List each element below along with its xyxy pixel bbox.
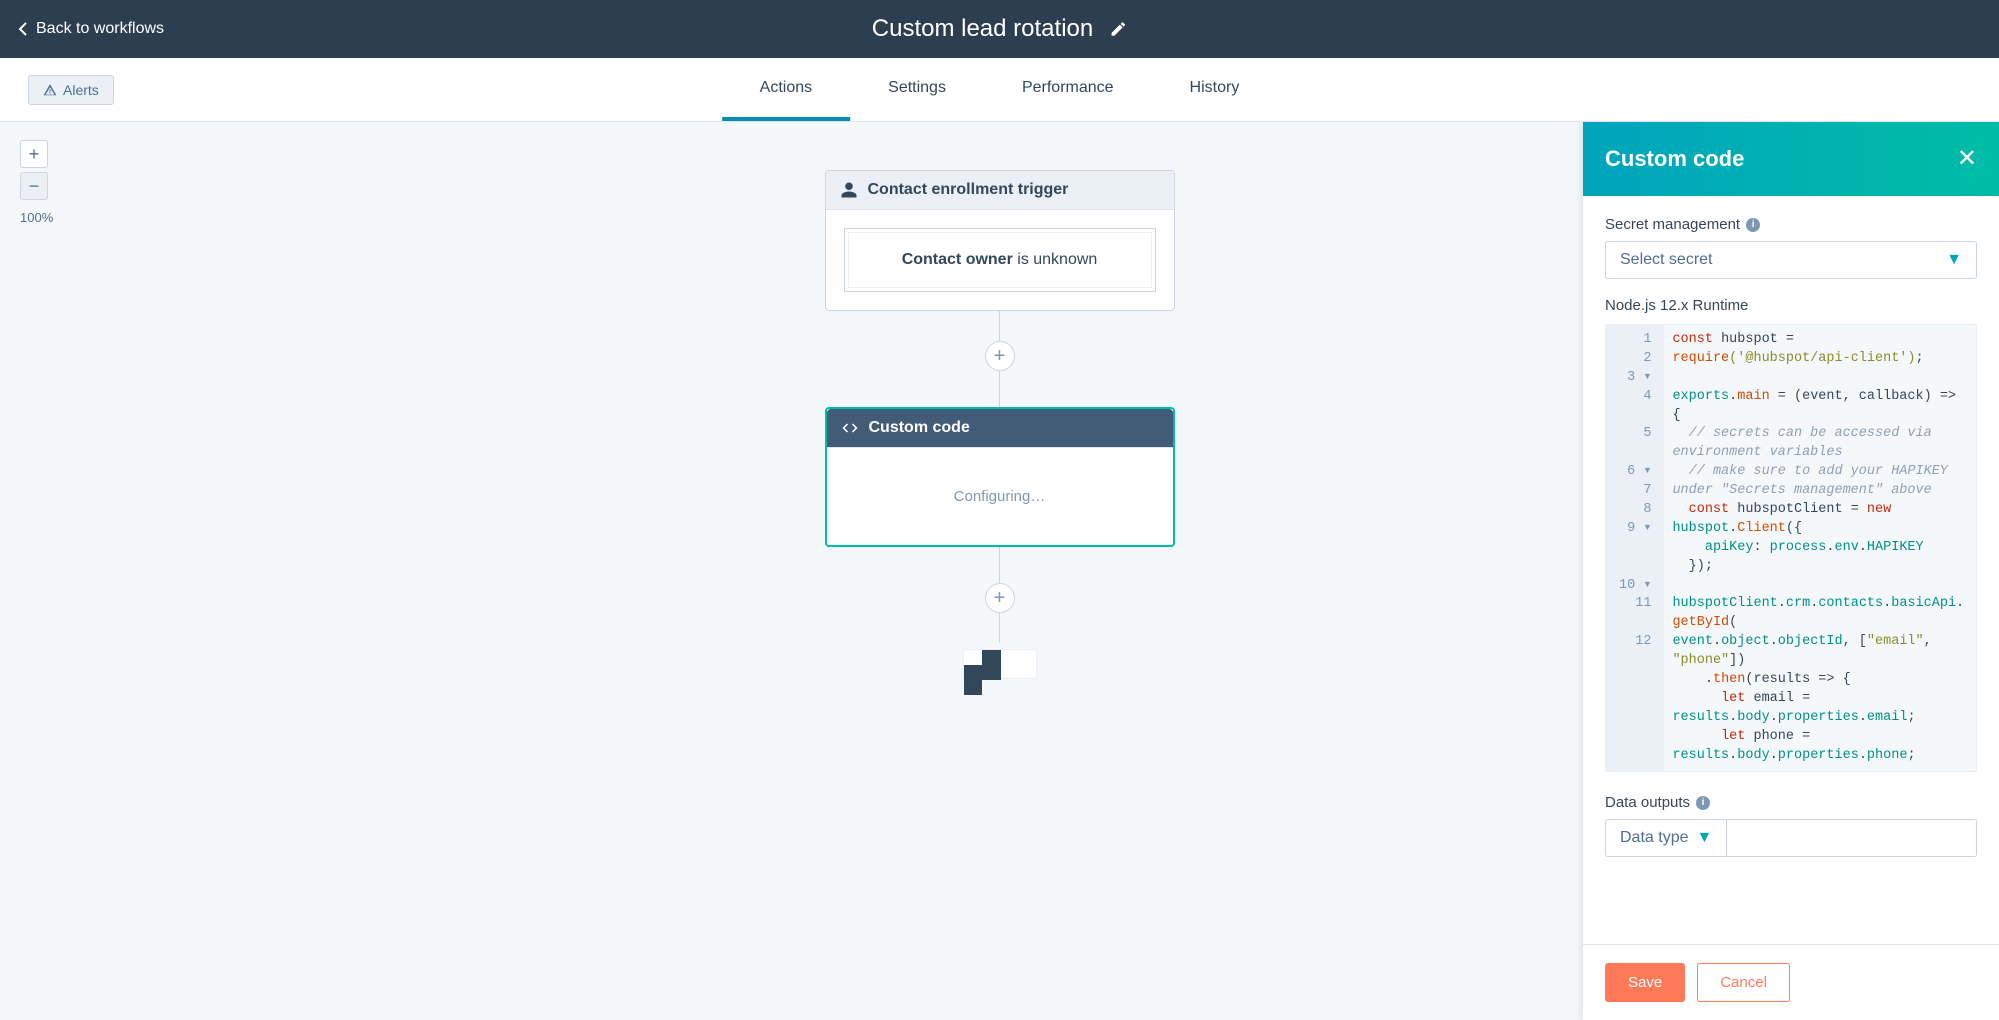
runtime-label: Node.js 12.x Runtime bbox=[1605, 297, 1977, 314]
tabs: Actions Settings Performance History bbox=[722, 58, 1278, 121]
info-icon[interactable]: i bbox=[1746, 218, 1760, 232]
enrollment-trigger-card[interactable]: Contact enrollment trigger Contact owner… bbox=[825, 170, 1175, 311]
save-button[interactable]: Save bbox=[1605, 963, 1685, 1002]
chevron-down-icon: ▼ bbox=[1696, 829, 1712, 847]
data-outputs-row: Data type ▼ bbox=[1605, 819, 1977, 857]
edit-pencil-icon[interactable] bbox=[1109, 20, 1127, 38]
contact-icon bbox=[840, 181, 858, 199]
secret-management-label: Secret management i bbox=[1605, 216, 1977, 233]
side-panel-header: Custom code ✕ bbox=[1583, 122, 1999, 196]
code-content[interactable]: const hubspot = require('@hubspot/api-cl… bbox=[1664, 325, 1976, 771]
data-type-select[interactable]: Data type ▼ bbox=[1606, 820, 1727, 856]
alerts-label: Alerts bbox=[63, 82, 99, 98]
tab-history[interactable]: History bbox=[1152, 58, 1278, 121]
add-action-button[interactable]: + bbox=[985, 583, 1015, 613]
side-panel-footer: Save Cancel bbox=[1583, 944, 1999, 1020]
data-outputs-field: Data outputs i Data type ▼ bbox=[1605, 794, 1977, 857]
custom-code-body: Configuring… bbox=[827, 448, 1173, 545]
app-header: Back to workflows Custom lead rotation bbox=[0, 0, 1999, 58]
code-editor[interactable]: 1 2 3 ▾ 4 5 6 ▾ 7 8 9 ▾ 10 ▾ bbox=[1605, 324, 1977, 772]
side-panel-body: Secret management i Select secret ▼ Node… bbox=[1583, 196, 1999, 944]
connector-line bbox=[999, 371, 1000, 407]
enrollment-trigger-header: Contact enrollment trigger bbox=[826, 171, 1174, 210]
data-output-name-input[interactable] bbox=[1727, 820, 1976, 856]
custom-code-side-panel: Custom code ✕ Secret management i Select… bbox=[1583, 122, 1999, 1020]
custom-code-header: Custom code bbox=[827, 409, 1173, 448]
tab-actions[interactable]: Actions bbox=[722, 58, 850, 121]
tab-settings[interactable]: Settings bbox=[850, 58, 984, 121]
tab-performance[interactable]: Performance bbox=[984, 58, 1152, 121]
side-panel-title: Custom code bbox=[1605, 146, 1744, 172]
custom-code-header-label: Custom code bbox=[869, 419, 970, 437]
alerts-button[interactable]: Alerts bbox=[28, 75, 114, 105]
trigger-body: Contact owner is unknown bbox=[826, 210, 1174, 310]
back-to-workflows-link[interactable]: Back to workflows bbox=[18, 20, 164, 38]
subheader: Alerts Actions Settings Performance Hist… bbox=[0, 58, 1999, 122]
workflow-title-area: Custom lead rotation bbox=[872, 15, 1127, 43]
secret-select[interactable]: Select secret ▼ bbox=[1605, 241, 1977, 279]
cancel-button[interactable]: Cancel bbox=[1697, 963, 1790, 1002]
info-icon[interactable]: i bbox=[1696, 796, 1710, 810]
workflow-title: Custom lead rotation bbox=[872, 15, 1093, 43]
chevron-down-icon: ▼ bbox=[1946, 251, 1962, 269]
connector-line bbox=[999, 547, 1000, 583]
secret-select-placeholder: Select secret bbox=[1620, 251, 1712, 269]
trigger-condition-label: Contact owner bbox=[902, 251, 1013, 268]
trigger-condition[interactable]: Contact owner is unknown bbox=[844, 228, 1156, 292]
trigger-condition-text: is unknown bbox=[1013, 251, 1098, 268]
back-label: Back to workflows bbox=[36, 20, 164, 38]
code-gutter: 1 2 3 ▾ 4 5 6 ▾ 7 8 9 ▾ 10 ▾ bbox=[1606, 325, 1664, 771]
custom-code-card[interactable]: Custom code Configuring… bbox=[825, 407, 1175, 547]
connector-line bbox=[999, 311, 1000, 341]
data-outputs-label: Data outputs i bbox=[1605, 794, 1977, 811]
workflow-canvas-area: + − 100% Contact enrollment trigger Cont… bbox=[0, 122, 1999, 1020]
add-action-button[interactable]: + bbox=[985, 341, 1015, 371]
alert-triangle-icon bbox=[43, 83, 57, 97]
chevron-left-icon bbox=[18, 21, 28, 37]
connector-line bbox=[999, 613, 1000, 643]
finish-flag-icon bbox=[963, 649, 1037, 679]
trigger-header-label: Contact enrollment trigger bbox=[868, 181, 1069, 199]
code-icon bbox=[841, 419, 859, 437]
close-panel-button[interactable]: ✕ bbox=[1957, 147, 1977, 171]
secret-management-field: Secret management i Select secret ▼ bbox=[1605, 216, 1977, 279]
